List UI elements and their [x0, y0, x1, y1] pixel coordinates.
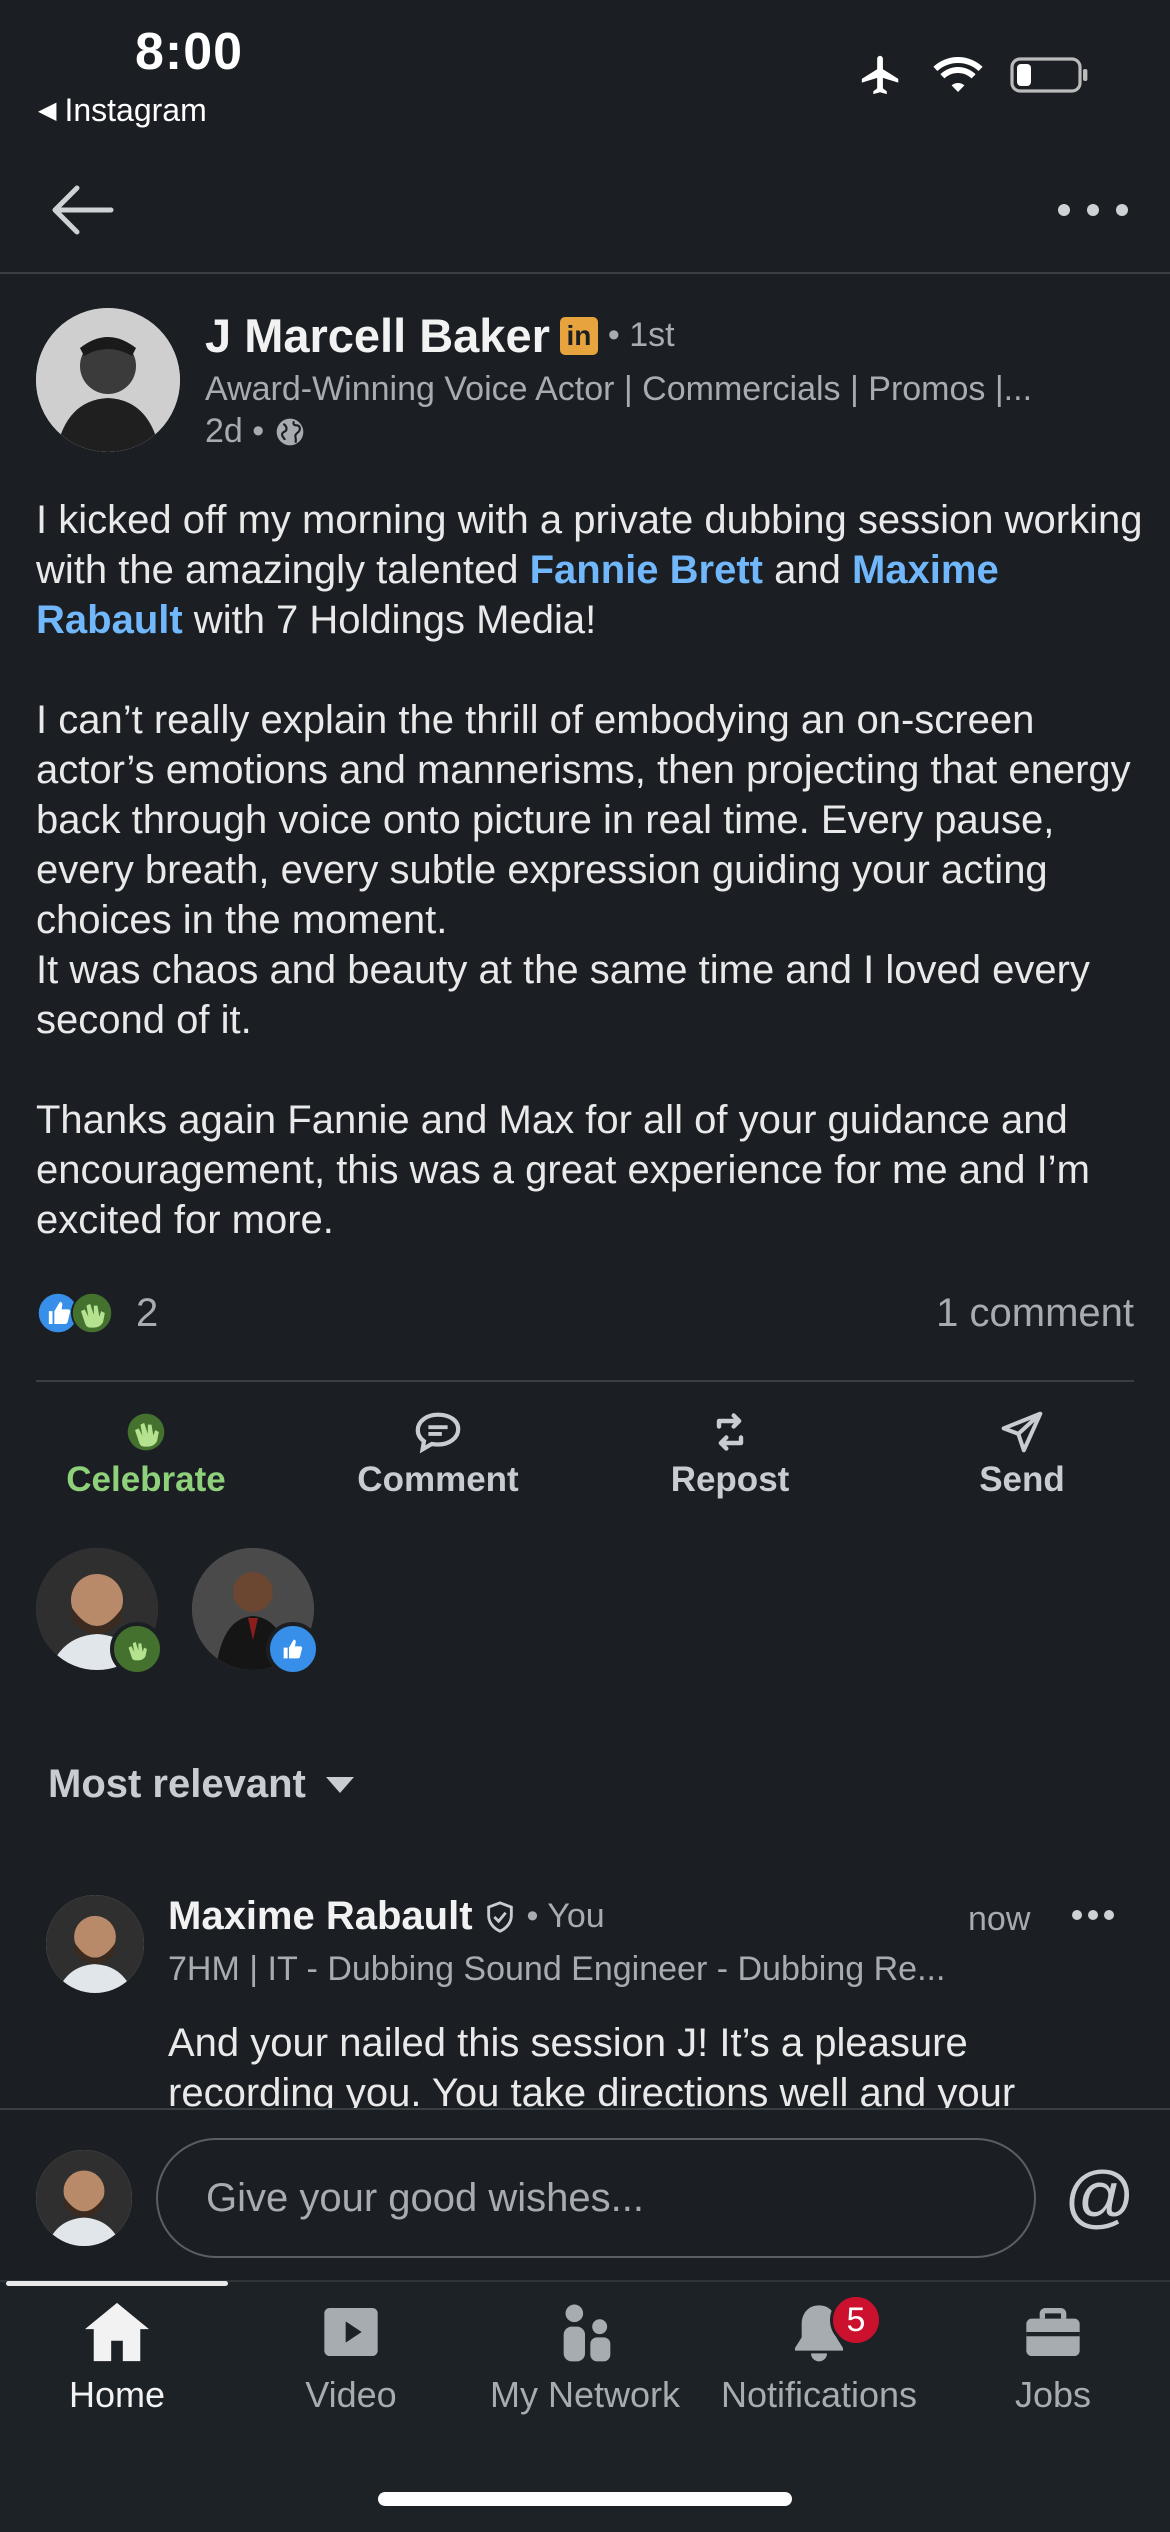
- send-icon: [1001, 1411, 1043, 1453]
- celebrate-label: Celebrate: [66, 1460, 226, 1499]
- battery-icon: [1010, 57, 1088, 93]
- status-icons: [856, 52, 1090, 98]
- comment-composer: Give your good wishes... @: [0, 2108, 1170, 2280]
- post-paragraph-3: Thanks again Fannie and Max for all of y…: [36, 1098, 1090, 1242]
- wifi-icon: [933, 57, 983, 92]
- comment-button[interactable]: Comment: [292, 1400, 584, 1510]
- top-nav-bar: [0, 150, 1170, 274]
- reactions-summary[interactable]: 2: [36, 1291, 158, 1336]
- reactors-list: [36, 1548, 320, 1676]
- back-app-label: Instagram: [64, 92, 207, 128]
- post-meta: 2d •: [205, 412, 306, 451]
- tab-jobs[interactable]: Jobs: [936, 2300, 1170, 2416]
- comment-more-icon[interactable]: [1072, 1910, 1114, 1924]
- comment-author-avatar[interactable]: [46, 1895, 144, 1993]
- globe-icon: [276, 418, 304, 445]
- network-icon: [563, 2304, 611, 2362]
- comment-sort-dropdown[interactable]: Most relevant: [48, 1762, 356, 1807]
- current-user-avatar: [36, 2150, 132, 2246]
- linkedin-premium-badge-icon: in: [559, 316, 598, 355]
- comment-label: Comment: [357, 1460, 519, 1499]
- comment-icon: [415, 1412, 461, 1454]
- comment-author-name[interactable]: Maxime Rabault: [168, 1894, 473, 1939]
- send-label: Send: [979, 1460, 1065, 1499]
- caret-down-icon: [325, 1776, 354, 1793]
- reactor-avatar[interactable]: [192, 1548, 320, 1676]
- send-button[interactable]: Send: [876, 1400, 1168, 1510]
- author-avatar[interactable]: [36, 308, 180, 452]
- back-arrow-icon[interactable]: [45, 180, 117, 240]
- comment-count[interactable]: 1 comment: [936, 1291, 1134, 1336]
- notifications-badge: 5: [830, 2294, 882, 2346]
- home-icon: [85, 2302, 149, 2362]
- status-time: 8:00: [135, 23, 244, 81]
- post-body: I kicked off my morning with a private d…: [36, 495, 1146, 1295]
- comment-author-headline: 7HM | IT - Dubbing Sound Engineer - Dubb…: [168, 1950, 946, 1988]
- post-time: 2d •: [205, 412, 265, 450]
- reaction-icons: [36, 1291, 114, 1335]
- reactor-avatar[interactable]: [36, 1548, 164, 1676]
- divider: [36, 1380, 1134, 1382]
- back-to-app-link[interactable]: ◀ Instagram: [38, 92, 207, 129]
- author-name-row: J Marcell Baker in • 1st: [205, 308, 675, 363]
- tab-home[interactable]: Home: [0, 2300, 234, 2416]
- comment-you-label: • You: [526, 1897, 605, 1935]
- tab-video-label: Video: [305, 2374, 397, 2415]
- reaction-count: 2: [136, 1290, 159, 1335]
- home-indicator: [378, 2492, 792, 2506]
- sort-label: Most relevant: [48, 1762, 306, 1806]
- celebrate-reaction-icon: [70, 1291, 114, 1335]
- mention-fannie-brett[interactable]: Fannie Brett: [530, 548, 763, 592]
- post-action-bar: Celebrate Comment Repost Send: [0, 1400, 1170, 1510]
- comment-text: And your nailed this session J! It’s a p…: [168, 2021, 1016, 2110]
- mention-at-icon[interactable]: @: [1064, 2156, 1135, 2236]
- repost-button[interactable]: Repost: [584, 1400, 876, 1510]
- status-bar: 8:00 ◀ Instagram: [0, 0, 1170, 140]
- comment-input[interactable]: Give your good wishes...: [156, 2138, 1036, 2258]
- active-tab-indicator: [6, 2281, 228, 2286]
- tab-video[interactable]: Video: [234, 2300, 468, 2416]
- briefcase-icon: [1026, 2308, 1080, 2356]
- more-options-icon[interactable]: [1058, 190, 1128, 230]
- celebrate-button[interactable]: Celebrate: [0, 1400, 292, 1510]
- tab-my-network[interactable]: My Network: [468, 2300, 702, 2416]
- like-reaction-icon: [266, 1622, 320, 1676]
- celebrate-icon: [127, 1413, 165, 1451]
- repost-icon: [716, 1413, 744, 1451]
- post-paragraph-1: I kicked off my morning with a private d…: [36, 498, 1143, 642]
- back-triangle-icon: ◀: [38, 97, 57, 124]
- comment-header: Maxime Rabault • You: [168, 1894, 605, 1939]
- video-icon: [324, 2308, 378, 2356]
- verified-shield-icon: [486, 1900, 513, 1933]
- repost-label: Repost: [670, 1460, 790, 1499]
- tab-jobs-label: Jobs: [1014, 2374, 1092, 2415]
- tab-my-network-label: My Network: [489, 2374, 681, 2415]
- tab-notifications-label: Notifications: [720, 2374, 918, 2415]
- celebrate-reaction-icon: [110, 1622, 164, 1676]
- social-counts: 2 1 comment: [36, 1285, 1134, 1341]
- author-headline: Award-Winning Voice Actor | Commercials …: [205, 370, 1033, 408]
- tab-home-label: Home: [68, 2374, 166, 2415]
- tab-notifications[interactable]: 5 Notifications: [702, 2294, 936, 2416]
- comment-time: now: [968, 1900, 1031, 1938]
- author-name[interactable]: J Marcell Baker: [205, 308, 550, 363]
- connection-degree: • 1st: [607, 316, 675, 354]
- airplane-mode-icon: [861, 55, 899, 95]
- post-paragraph-2: I can’t really explain the thrill of emb…: [36, 698, 1131, 1042]
